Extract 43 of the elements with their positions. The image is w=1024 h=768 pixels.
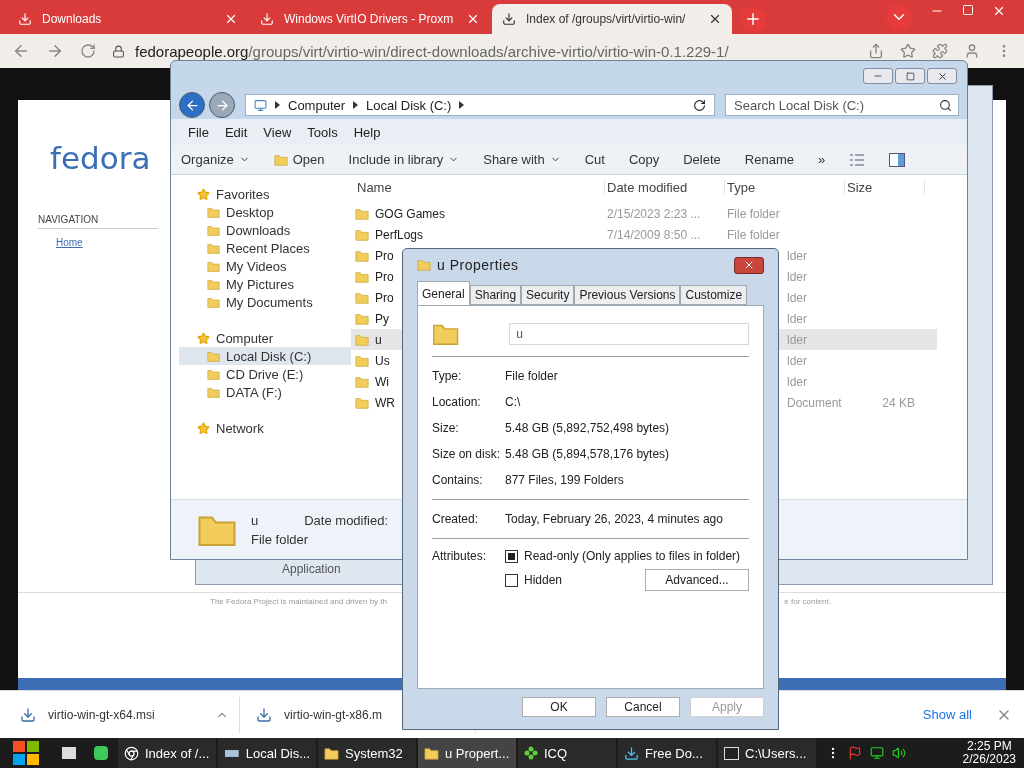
property-label: Attributes: <box>432 549 488 565</box>
property-label: Size: <box>432 421 460 435</box>
type-cell-text: lder <box>786 353 808 368</box>
property-value: 877 Files, 199 Folders <box>505 473 625 487</box>
property-value: C:\ <box>505 395 522 409</box>
type-cell-text: lder <box>786 248 808 263</box>
property-value: File folder <box>505 369 559 383</box>
file-name: u <box>375 332 382 347</box>
type-cell-text: lder <box>786 269 808 284</box>
item-type: File folder <box>251 531 310 547</box>
property-value: 5.48 GB (5,894,578,176 bytes) <box>505 447 671 461</box>
property-label: Created: <box>432 512 480 526</box>
date-cell-text: 2/15/2023 2:23 ... <box>606 206 702 221</box>
file-name: Py <box>375 311 389 326</box>
footer-text: e for content. <box>784 597 831 606</box>
dialog-title: u Properties <box>437 257 519 273</box>
nav-heading: NAVIGATION <box>38 214 158 229</box>
file-name: Us <box>375 353 390 368</box>
type-cell-text: lder <box>786 374 808 389</box>
file-name: Pro <box>375 269 394 284</box>
property-label: Type: <box>432 369 463 383</box>
item-name: u <box>251 512 259 528</box>
file-name: PerfLogs <box>375 227 424 242</box>
file-label: Application <box>282 562 341 576</box>
file-name: Wi <box>375 374 389 389</box>
file-name: Pro <box>375 290 394 305</box>
type-cell-text: File folder <box>726 206 781 221</box>
type-cell-text: File folder <box>726 227 781 242</box>
type-cell-text: Document <box>786 395 843 410</box>
property-label: Size on disk: <box>432 447 502 461</box>
file-name: WR <box>375 395 395 410</box>
file-name: GOG Games <box>375 206 445 221</box>
property-label: Location: <box>432 395 482 409</box>
type-cell-text: lder <box>786 332 808 347</box>
size-cell-text: 24 KB <box>881 395 916 410</box>
property-value: 5.48 GB (5,892,752,498 bytes) <box>505 421 671 435</box>
date-cell-text: 7/14/2009 8:50 ... <box>606 227 702 242</box>
property-label: Contains: <box>432 473 484 487</box>
property-value: Today, February 26, 2023, 4 minutes ago <box>505 512 724 526</box>
type-cell-text: lder <box>786 311 808 326</box>
footer-text: The Fedora Project is maintained and driven by th <box>210 597 387 606</box>
file-name: Pro <box>375 248 394 263</box>
date-label: Date modified: <box>304 512 389 528</box>
